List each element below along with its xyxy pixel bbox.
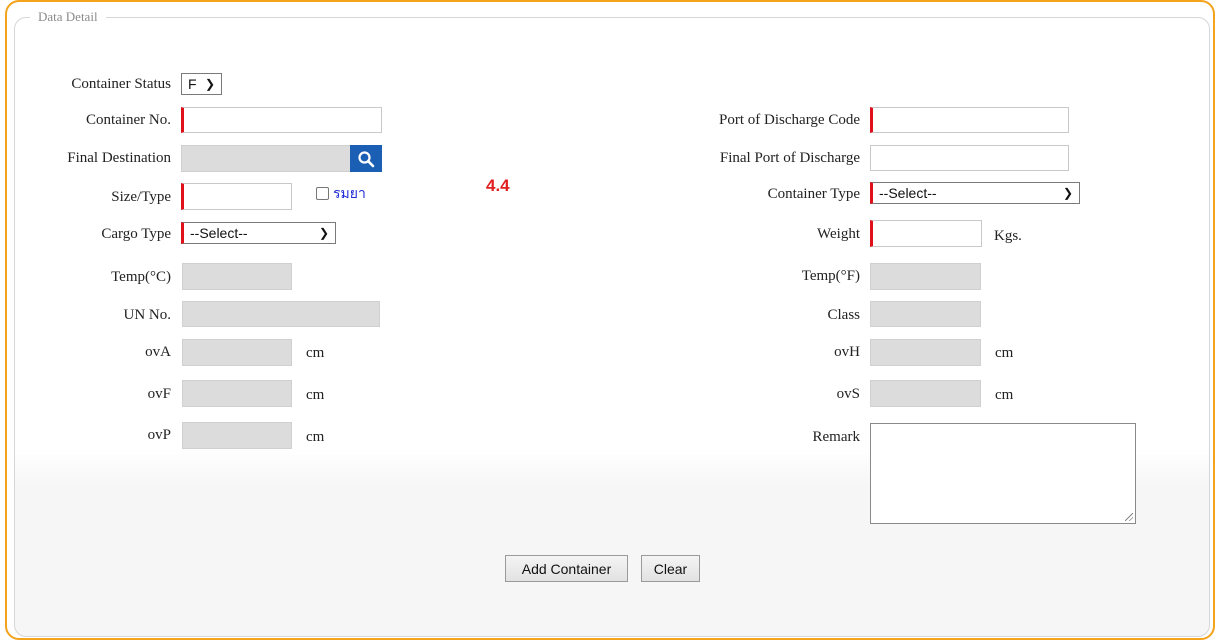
ovf-label: ovF	[147, 386, 171, 402]
ova-input[interactable]	[182, 339, 292, 366]
ova-unit: cm	[306, 345, 325, 361]
cargo-type-value: --Select--	[190, 225, 248, 241]
temp-c-label: Temp(°C)	[111, 269, 171, 285]
weight-label: Weight	[817, 226, 860, 242]
search-button[interactable]	[350, 145, 382, 172]
fieldset-legend: Data Detail	[30, 9, 106, 25]
container-type-value: --Select--	[879, 185, 937, 201]
un-no-label: UN No.	[123, 307, 172, 323]
fumigation-checkbox-label: รมยา	[333, 186, 366, 202]
container-no-input[interactable]	[181, 107, 382, 133]
temp-c-input[interactable]	[182, 263, 292, 290]
final-port-of-discharge-input[interactable]	[870, 145, 1069, 171]
final-destination-label: Final Destination	[67, 150, 171, 166]
final-destination-input[interactable]	[181, 145, 351, 172]
ovs-label: ovS	[836, 386, 860, 402]
ovp-label: ovP	[147, 427, 171, 443]
final-port-of-discharge-label: Final Port of Discharge	[719, 150, 860, 166]
ovh-unit: cm	[995, 345, 1014, 361]
port-of-discharge-code-label: Port of Discharge Code	[719, 112, 860, 128]
ovh-label: ovH	[834, 344, 860, 360]
cargo-type-select[interactable]: --Select-- ❯	[181, 222, 336, 244]
container-no-label: Container No.	[86, 112, 171, 128]
ovf-input[interactable]	[182, 380, 292, 407]
ovf-unit: cm	[306, 387, 325, 403]
size-type-label: Size/Type	[111, 189, 171, 205]
chevron-down-icon: ❯	[204, 77, 215, 91]
weight-input[interactable]	[870, 220, 982, 247]
weight-unit: Kgs.	[994, 228, 1022, 244]
search-icon	[358, 150, 375, 167]
add-container-button[interactable]: Add Container	[505, 555, 628, 582]
ova-label: ovA	[145, 344, 171, 360]
remark-textarea[interactable]	[870, 423, 1136, 524]
ovs-unit: cm	[995, 387, 1014, 403]
class-label: Class	[827, 307, 860, 323]
container-type-select[interactable]: --Select-- ❯	[870, 182, 1080, 204]
class-input[interactable]	[870, 301, 981, 327]
temp-f-input[interactable]	[870, 263, 981, 290]
chevron-down-icon: ❯	[1062, 186, 1073, 200]
container-status-label: Container Status	[71, 76, 171, 92]
ovs-input[interactable]	[870, 380, 981, 407]
container-type-label: Container Type	[767, 186, 860, 202]
ovp-input[interactable]	[182, 422, 292, 449]
remark-label: Remark	[812, 429, 860, 445]
fumigation-checkbox[interactable]	[316, 187, 329, 200]
container-status-select[interactable]: F ❯	[181, 73, 222, 95]
container-status-value: F	[188, 76, 197, 92]
cargo-type-label: Cargo Type	[101, 226, 171, 242]
clear-button[interactable]: Clear	[641, 555, 700, 582]
un-no-input[interactable]	[182, 301, 380, 327]
size-type-input[interactable]	[181, 183, 292, 210]
ovp-unit: cm	[306, 429, 325, 445]
chevron-down-icon: ❯	[318, 226, 329, 240]
annotation-label: 4.4	[486, 176, 510, 195]
port-of-discharge-code-input[interactable]	[870, 107, 1069, 133]
ovh-input[interactable]	[870, 339, 981, 366]
temp-f-label: Temp(°F)	[801, 268, 860, 284]
resize-grip-icon[interactable]	[1125, 513, 1133, 521]
